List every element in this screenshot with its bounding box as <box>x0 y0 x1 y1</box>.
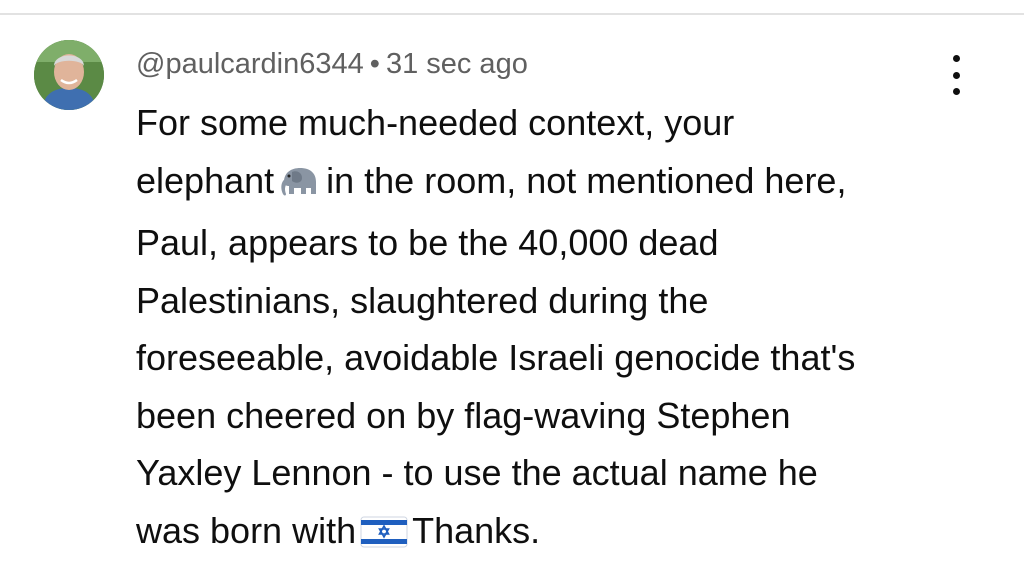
author-handle[interactable]: @paulcardin6344 <box>136 48 364 80</box>
comment-line: For some much-needed context, your <box>136 102 735 143</box>
comment-text: For some much-needed context, your eleph… <box>136 94 996 564</box>
comment-line: been cheered on by flag-waving Stephen <box>136 394 791 436</box>
elephant-emoji-icon <box>278 157 322 215</box>
profile-photo-icon <box>34 40 104 110</box>
comment-line: Yaxley Lennon - to use the actual name h… <box>136 452 818 493</box>
comment-line: Palestinians, slaughtered during the <box>136 279 709 321</box>
israel-flag-emoji-icon <box>360 507 408 565</box>
menu-dot <box>952 55 960 62</box>
separator-dot: • <box>369 48 380 80</box>
comment-text-segment: Thanks. <box>412 509 541 551</box>
menu-dot <box>952 71 960 79</box>
comment-text-segment: in the room, not mentioned here, <box>326 159 847 201</box>
comment-text-segment: elephant <box>136 159 275 201</box>
comment-line: was born with Thanks. <box>136 502 996 565</box>
comment-meta: @paulcardin6344 • 31 sec ago <box>136 46 528 82</box>
comment-text-segment: was born with <box>136 509 357 551</box>
comment-item: @paulcardin6344 • 31 sec ago For some much… <box>0 15 1024 572</box>
comment-line: Paul, appears to be the 40,000 dead <box>136 222 719 263</box>
avatar[interactable] <box>34 40 104 110</box>
comment-line: elephant in the room, not mentioned here… <box>136 152 996 215</box>
comment-line: foreseeable, avoidable Israeli genocide … <box>136 337 856 378</box>
more-actions-button[interactable] <box>938 55 974 95</box>
timestamp: 31 sec ago <box>385 48 528 80</box>
